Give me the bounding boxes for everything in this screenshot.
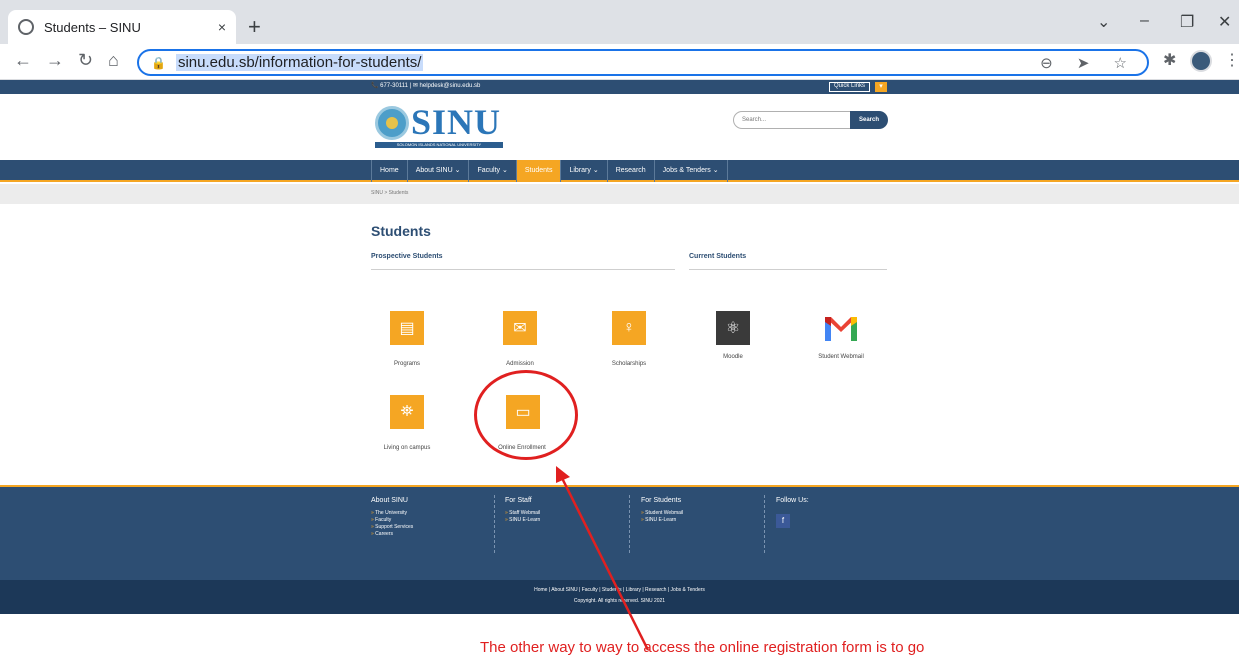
reload-icon[interactable]: ↻ (78, 50, 93, 71)
omnibox-icons[interactable]: ⊖ ➤ ☆ (1040, 54, 1137, 72)
forward-arrow-icon[interactable]: → (46, 50, 64, 71)
tab-search-icon[interactable]: ⌄ (1097, 12, 1110, 32)
maximize-button[interactable]: ❐ (1180, 12, 1194, 32)
address-bar[interactable]: 🔒 sinu.edu.sb/information-for-students/ … (137, 49, 1149, 76)
annotation-arrow (556, 466, 650, 651)
tab-title: Students – SINU (44, 19, 141, 35)
globe-icon (18, 19, 34, 35)
web-page: 📞 677-30111 | ✉ helpdesk@sinu.edu.sb Qui… (0, 80, 1239, 665)
close-window-button[interactable]: ✕ (1218, 12, 1231, 32)
annotation-text: The other way to way to access the onlin… (480, 639, 925, 656)
browser-tab[interactable]: Students – SINU × (8, 10, 236, 44)
browser-toolbar: ← → ↻ ⌂ 🔒 sinu.edu.sb/information-for-st… (0, 44, 1239, 80)
url-text: sinu.edu.sb/information-for-students/ (175, 54, 424, 71)
profile-avatar[interactable] (1190, 50, 1212, 72)
extensions-icon[interactable]: ✱ (1163, 50, 1176, 70)
tab-close-icon[interactable]: × (218, 19, 226, 35)
home-icon[interactable]: ⌂ (108, 50, 119, 71)
menu-icon[interactable]: ⋮ (1224, 50, 1239, 70)
minimize-button[interactable]: – (1140, 12, 1149, 30)
lock-icon: 🔒 (151, 55, 166, 70)
back-arrow-icon[interactable]: ← (14, 50, 32, 71)
new-tab-button[interactable]: + (248, 14, 261, 40)
browser-tab-strip: Students – SINU × + ⌄ – ❐ ✕ (0, 0, 1239, 44)
